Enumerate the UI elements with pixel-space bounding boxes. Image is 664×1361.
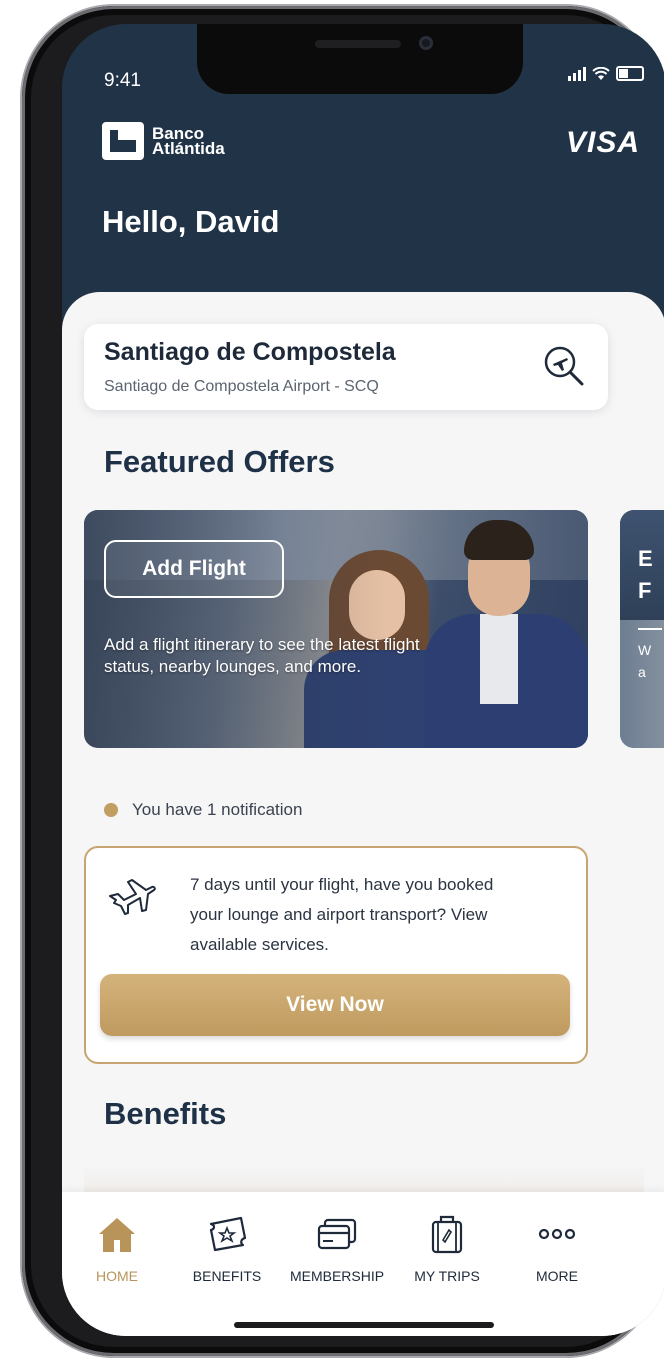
app-screen: 9:41 Banco Atlántida VISA Hello, David S… [62, 24, 664, 1336]
tab-membership-label: MEMBERSHIP [289, 1268, 385, 1284]
bank-logo: Banco Atlántida [102, 122, 225, 160]
offer-description: Add a flight itinerary to see the latest… [104, 635, 420, 676]
notification-card: 7 days until your flight, have you booke… [84, 846, 588, 1064]
tab-my-trips-label: MY TRIPS [414, 1268, 480, 1284]
greeting: Hello, David [102, 204, 280, 239]
featured-offer-card[interactable]: Add Flight Add a flight itinerary to see… [84, 510, 588, 748]
bank-name: Banco Atlántida [152, 125, 225, 158]
tab-more-label: MORE [536, 1268, 578, 1284]
featured-offers-title: Featured Offers [104, 444, 335, 479]
notification-message: 7 days until your flight, have you booke… [190, 875, 494, 954]
tab-membership[interactable]: MEMBERSHIP [282, 1214, 392, 1284]
offer-photo-man-shirt [480, 614, 518, 704]
tab-home-label: HOME [96, 1268, 138, 1284]
notch [197, 24, 523, 94]
status-time: 9:41 [104, 70, 141, 91]
home-indicator [234, 1322, 494, 1328]
bank-logo-mark [102, 122, 144, 160]
next-offer-title-line1: E [638, 546, 653, 571]
next-offer-text-line1: W [638, 642, 652, 658]
tab-benefits-label: BENEFITS [192, 1268, 262, 1284]
signal-icon [568, 67, 586, 81]
location-city: Santiago de Compostela [104, 338, 396, 366]
front-camera [419, 36, 433, 50]
tab-benefits[interactable]: BENEFITS [172, 1214, 282, 1284]
location-airport: Santiago de Compostela Airport - SCQ [104, 378, 379, 395]
benefits-title: Benefits [104, 1096, 227, 1131]
ticket-icon [209, 1216, 247, 1252]
speaker-grille [315, 40, 401, 48]
notification-dot-icon [104, 803, 118, 817]
airplane-icon [109, 879, 156, 915]
notification-summary: You have 1 notification [104, 800, 302, 820]
tab-home[interactable]: HOME [62, 1214, 172, 1284]
next-offer-card[interactable]: E F W a [620, 510, 664, 748]
tab-more[interactable]: MORE [502, 1214, 612, 1284]
next-offer-divider [638, 628, 662, 630]
luggage-icon [431, 1215, 463, 1254]
bank-name-line2: Atlántida [152, 139, 225, 158]
notification-summary-text: You have 1 notification [132, 800, 303, 819]
wifi-icon [592, 67, 610, 80]
home-icon [99, 1218, 135, 1252]
battery-icon [616, 66, 644, 81]
card-brand-logo: VISA [565, 126, 640, 159]
status-icons [568, 66, 644, 81]
more-icon [538, 1228, 576, 1240]
tab-my-trips[interactable]: MY TRIPS [392, 1214, 502, 1284]
view-now-button[interactable]: View Now [100, 974, 570, 1036]
bottom-tab-bar: HOME BENEFITS MEMBERSHIP MY TRIPS MORE [62, 1192, 664, 1336]
airplane-search-icon[interactable] [542, 344, 586, 388]
next-offer-title-line2: F [638, 578, 652, 603]
location-card[interactable]: Santiago de Compostela Santiago de Compo… [84, 324, 608, 410]
add-flight-button[interactable]: Add Flight [104, 540, 284, 598]
next-offer-photo [620, 620, 664, 748]
next-offer-text-line2: a [638, 664, 646, 680]
cards-icon [317, 1218, 357, 1250]
